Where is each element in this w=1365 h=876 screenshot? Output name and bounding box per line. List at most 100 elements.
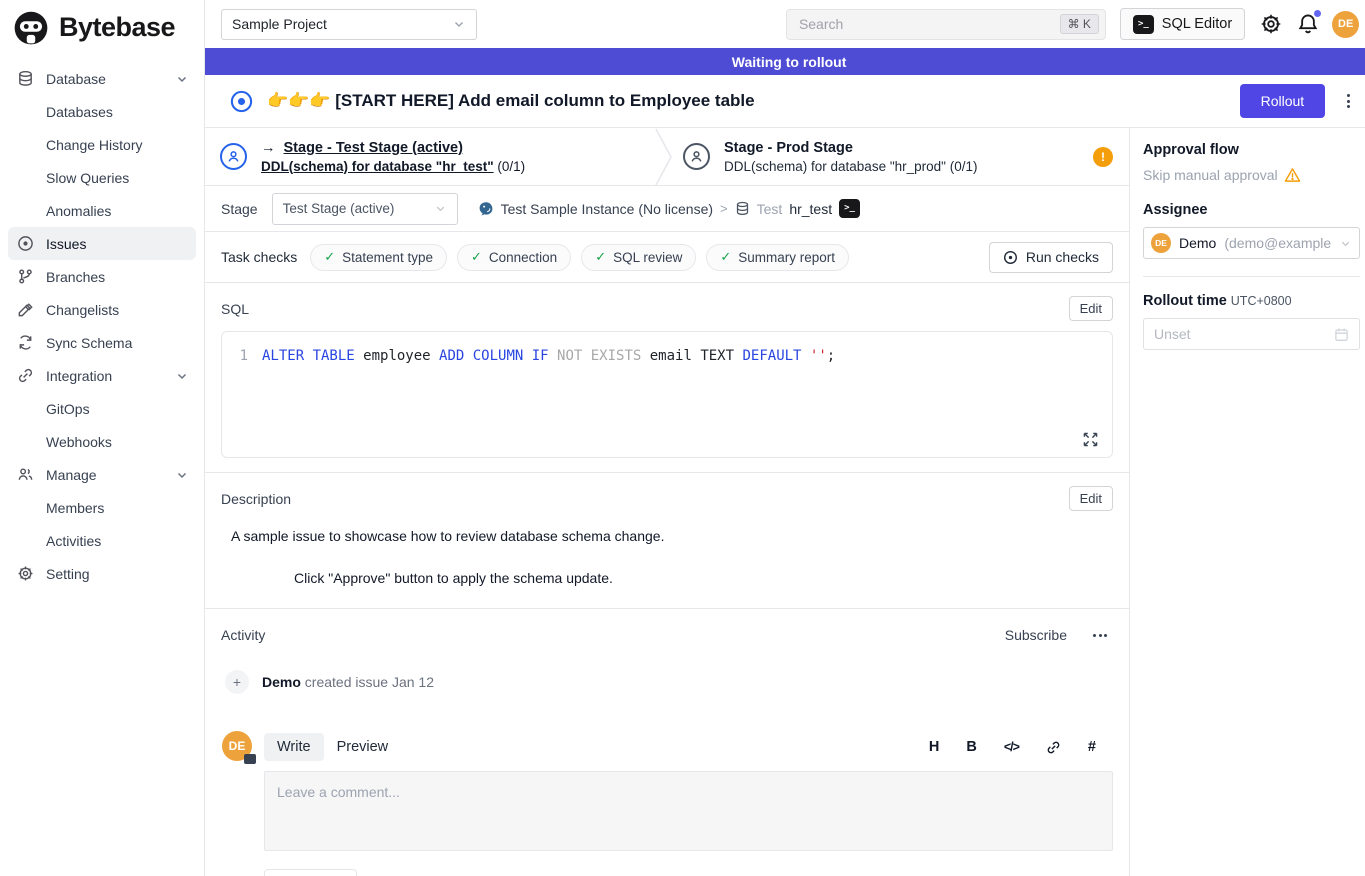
heading-icon[interactable]: H xyxy=(929,739,939,755)
branch-icon xyxy=(16,268,34,286)
sidebar-item-branches[interactable]: Branches xyxy=(8,260,196,293)
sidebar-item-gitops[interactable]: GitOps xyxy=(8,392,196,425)
link-icon[interactable] xyxy=(1046,740,1061,755)
check-pass-icon: ✓ xyxy=(471,249,482,265)
instance-name[interactable]: Test Sample Instance (No license) xyxy=(501,201,713,217)
sql-editor-label: SQL Editor xyxy=(1162,16,1232,32)
sql-label: SQL xyxy=(221,301,249,317)
subscribe-button[interactable]: Subscribe xyxy=(1005,627,1067,643)
postgresql-icon xyxy=(478,201,494,217)
description-label: Description xyxy=(221,491,291,507)
chevron-down-icon xyxy=(176,370,188,382)
bold-icon[interactable]: B xyxy=(966,739,976,755)
assignee-avatar: DE xyxy=(1151,233,1171,253)
brand-logo[interactable]: Bytebase xyxy=(0,0,204,52)
sidebar-item-databases[interactable]: Databases xyxy=(8,95,196,128)
sidebar-item-webhooks[interactable]: Webhooks xyxy=(8,425,196,458)
project-select[interactable]: Sample Project xyxy=(221,9,477,40)
sidebar-item-sync-schema[interactable]: Sync Schema xyxy=(8,326,196,359)
activity-kebab-menu-icon[interactable] xyxy=(1091,630,1109,641)
task-checks-label: Task checks xyxy=(221,249,297,265)
stage-name: Stage - Prod Stage xyxy=(724,140,853,156)
comment-textarea[interactable] xyxy=(277,784,1100,838)
active-stage-arrow-icon: → xyxy=(261,140,276,156)
run-checks-button[interactable]: Run checks xyxy=(989,242,1113,273)
issue-header: 👉👉👉 [START HERE] Add email column to Emp… xyxy=(205,75,1365,128)
assignee-email: (demo@example xyxy=(1224,235,1331,251)
approval-flow-title: Approval flow xyxy=(1143,142,1360,158)
sidebar-item-slow-queries[interactable]: Slow Queries xyxy=(8,161,196,194)
main-column: Sample Project ⌘ K >_ SQL Editor DE Wait xyxy=(205,0,1365,876)
database-cylinder-icon xyxy=(735,201,750,216)
sql-edit-button[interactable]: Edit xyxy=(1069,296,1113,321)
tab-preview[interactable]: Preview xyxy=(324,733,402,761)
sidebar-item-setting[interactable]: Setting xyxy=(8,557,196,590)
comment-input-box xyxy=(264,771,1113,851)
stage-task-link[interactable]: DDL(schema) for database "hr_test" xyxy=(261,159,494,174)
issue-kebab-menu-icon[interactable] xyxy=(1337,90,1359,112)
chevron-down-icon xyxy=(176,73,188,85)
issue-title: 👉👉👉 [START HERE] Add email column to Emp… xyxy=(267,91,755,111)
environment-label: Test xyxy=(757,201,783,217)
stage-select-row: Stage Test Stage (active) Test Sample In… xyxy=(205,186,1129,232)
tab-write[interactable]: Write xyxy=(264,733,324,761)
warning-triangle-icon xyxy=(1284,167,1301,183)
search-input[interactable] xyxy=(799,16,1060,32)
check-sql-review[interactable]: ✓ SQL review xyxy=(581,244,696,271)
database-name[interactable]: hr_test xyxy=(789,201,832,217)
stage-card-test[interactable]: → Stage - Test Stage (active) DDL(schema… xyxy=(205,128,653,185)
chevron-right-icon: > xyxy=(720,201,728,216)
status-banner-text: Waiting to rollout xyxy=(732,54,847,70)
notifications-bell-button[interactable] xyxy=(1297,13,1319,35)
sidebar-nav: Database Databases Change History Slow Q… xyxy=(0,52,204,590)
sql-editor-button[interactable]: >_ SQL Editor xyxy=(1120,8,1245,40)
sidebar-item-members[interactable]: Members xyxy=(8,491,196,524)
sidebar-item-change-history[interactable]: Change History xyxy=(8,128,196,161)
sql-editor[interactable]: 1 ALTER TABLE employee ADD COLUMN IF NOT… xyxy=(221,331,1113,458)
description-line: A sample issue to showcase how to review… xyxy=(231,528,1113,544)
search-shortcut-badge: ⌘ K xyxy=(1060,14,1099,34)
rollout-time-title: Rollout timeUTC+0800 xyxy=(1143,293,1360,309)
issue-sidebar: Approval flow Skip manual approval Assig… xyxy=(1129,128,1365,876)
composer-tabs: Write Preview H B </> # xyxy=(264,731,1113,763)
search-box: ⌘ K xyxy=(786,9,1106,40)
comment-button[interactable]: Comment xyxy=(264,869,357,876)
hash-icon[interactable]: # xyxy=(1088,739,1096,755)
chevron-down-icon xyxy=(1339,237,1352,250)
content-row: → Stage - Test Stage (active) DDL(schema… xyxy=(205,128,1365,876)
sql-section: SQL Edit 1 ALTER TABLE employee ADD COLU… xyxy=(205,283,1129,473)
stage-separator xyxy=(653,128,675,185)
link-icon xyxy=(16,367,34,385)
issue-icon xyxy=(16,235,34,253)
sidebar-item-database[interactable]: Database xyxy=(8,62,196,95)
code-icon[interactable]: </> xyxy=(1004,740,1019,754)
sidebar-item-issues[interactable]: Issues xyxy=(8,227,196,260)
stage-card-prod[interactable]: Stage - Prod Stage DDL(schema) for datab… xyxy=(675,128,1129,185)
description-edit-button[interactable]: Edit xyxy=(1069,486,1113,511)
assignee-title: Assignee xyxy=(1143,202,1360,218)
brand-name: Bytebase xyxy=(59,12,175,43)
sidebar-item-activities[interactable]: Activities xyxy=(8,524,196,557)
expand-fullscreen-icon[interactable] xyxy=(1083,432,1098,447)
check-connection[interactable]: ✓ Connection xyxy=(457,244,571,271)
stage-select[interactable]: Test Stage (active) xyxy=(272,193,458,225)
open-sql-editor-icon[interactable]: >_ xyxy=(839,199,860,218)
approval-flow-value: Skip manual approval xyxy=(1143,167,1278,183)
issue-status-icon xyxy=(230,90,253,113)
sidebar-item-changelists[interactable]: Changelists xyxy=(8,293,196,326)
sidebar-item-integration[interactable]: Integration xyxy=(8,359,196,392)
sidebar-item-anomalies[interactable]: Anomalies xyxy=(8,194,196,227)
sidebar-item-manage[interactable]: Manage xyxy=(8,458,196,491)
rollout-button[interactable]: Rollout xyxy=(1240,84,1326,118)
project-select-value: Sample Project xyxy=(232,16,327,32)
check-summary-report[interactable]: ✓ Summary report xyxy=(706,244,849,271)
settings-gear-button[interactable] xyxy=(1260,13,1282,35)
stage-stepper: → Stage - Test Stage (active) DDL(schema… xyxy=(205,128,1129,186)
user-avatar[interactable]: DE xyxy=(1332,11,1359,38)
comment-composer: DE Write Preview H B </> xyxy=(221,731,1113,876)
check-statement-type[interactable]: ✓ Statement type xyxy=(310,244,447,271)
assignee-select[interactable]: DE Demo (demo@example xyxy=(1143,227,1360,259)
stage-task-count: (0/1) xyxy=(950,159,978,174)
rollout-time-input[interactable]: Unset xyxy=(1143,318,1360,350)
check-pass-icon: ✓ xyxy=(324,249,335,265)
